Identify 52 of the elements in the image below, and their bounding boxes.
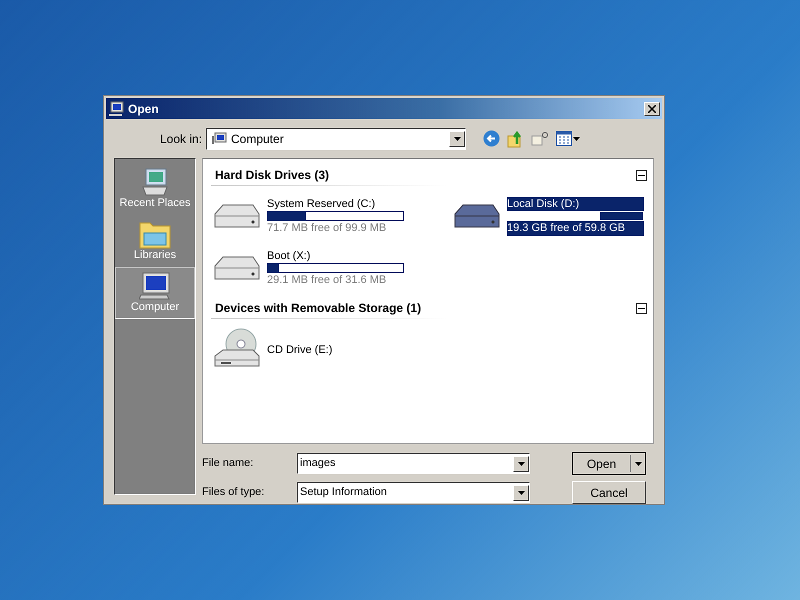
caret-icon	[518, 462, 524, 466]
file-name-field[interactable]: images	[297, 453, 530, 474]
up-folder-icon[interactable]	[507, 130, 524, 148]
cancel-button[interactable]: Cancel	[572, 481, 646, 504]
free-space-text: 71.7 MB free of 99.9 MB	[267, 220, 388, 236]
group-header: Hard Disk Drives (3)	[214, 167, 330, 184]
dropdown-button[interactable]	[449, 130, 465, 147]
group-header: Devices with Removable Storage (1)	[214, 300, 422, 317]
file-type-label: Files of type:	[202, 485, 266, 500]
look-in-dropdown[interactable]: Computer	[206, 128, 466, 150]
view-grid-icon	[556, 131, 572, 146]
computer-icon	[139, 271, 171, 301]
places-label: Recent Places	[120, 197, 190, 210]
drive-item[interactable]: Boot (X:) 29.1 MB free of 31.6 MB	[211, 244, 451, 292]
drive-item[interactable]: CD Drive (E:)	[211, 325, 451, 375]
places-item[interactable]: Recent Places	[115, 163, 195, 215]
caret-icon	[634, 462, 642, 466]
free-space-text: 19.3 GB free of 59.8 GB	[507, 220, 626, 236]
drive-name: System Reserved (C:)	[267, 196, 376, 210]
open-button-label: Open	[586, 456, 618, 472]
hard-drive-icon	[213, 202, 261, 230]
places-item[interactable]: Libraries	[115, 215, 195, 267]
computer-icon	[211, 132, 227, 146]
places-label: Libraries	[134, 249, 176, 262]
dropdown-button[interactable]	[513, 484, 529, 500]
file-name-label: File name:	[202, 456, 254, 472]
free-space-text: 29.1 MB free of 31.6 MB	[267, 272, 388, 288]
view-menu-button[interactable]	[556, 131, 580, 146]
new-folder-icon[interactable]	[531, 130, 549, 147]
caret-icon	[573, 136, 580, 141]
window-title: Open	[128, 100, 160, 118]
drive-name: Boot (X:)	[267, 248, 312, 262]
look-in-value: Computer	[231, 130, 285, 148]
collapse-button[interactable]	[636, 170, 647, 180]
window-icon	[108, 100, 124, 117]
caret-icon	[518, 490, 524, 494]
look-in-label: Look in:	[160, 130, 204, 148]
collapse-button[interactable]	[636, 302, 647, 314]
open-button[interactable]: Open	[572, 452, 646, 475]
file-type-dropdown[interactable]: Setup Information	[297, 482, 530, 503]
file-type-value: Setup Information	[300, 485, 388, 500]
close-icon	[648, 104, 656, 113]
file-name-value: images	[300, 456, 336, 472]
caret-icon	[454, 136, 460, 141]
places-label: Computer	[130, 301, 180, 314]
drive-item[interactable]: System Reserved (C:) 71.7 MB free of 99.9 MB	[211, 192, 451, 240]
close-button[interactable]	[644, 102, 660, 116]
dropdown-button[interactable]	[513, 456, 529, 472]
hard-drive-icon	[213, 254, 261, 282]
hard-drive-icon	[453, 202, 501, 230]
back-icon[interactable]	[483, 130, 500, 148]
drive-name: CD Drive (E:)	[267, 343, 332, 357]
